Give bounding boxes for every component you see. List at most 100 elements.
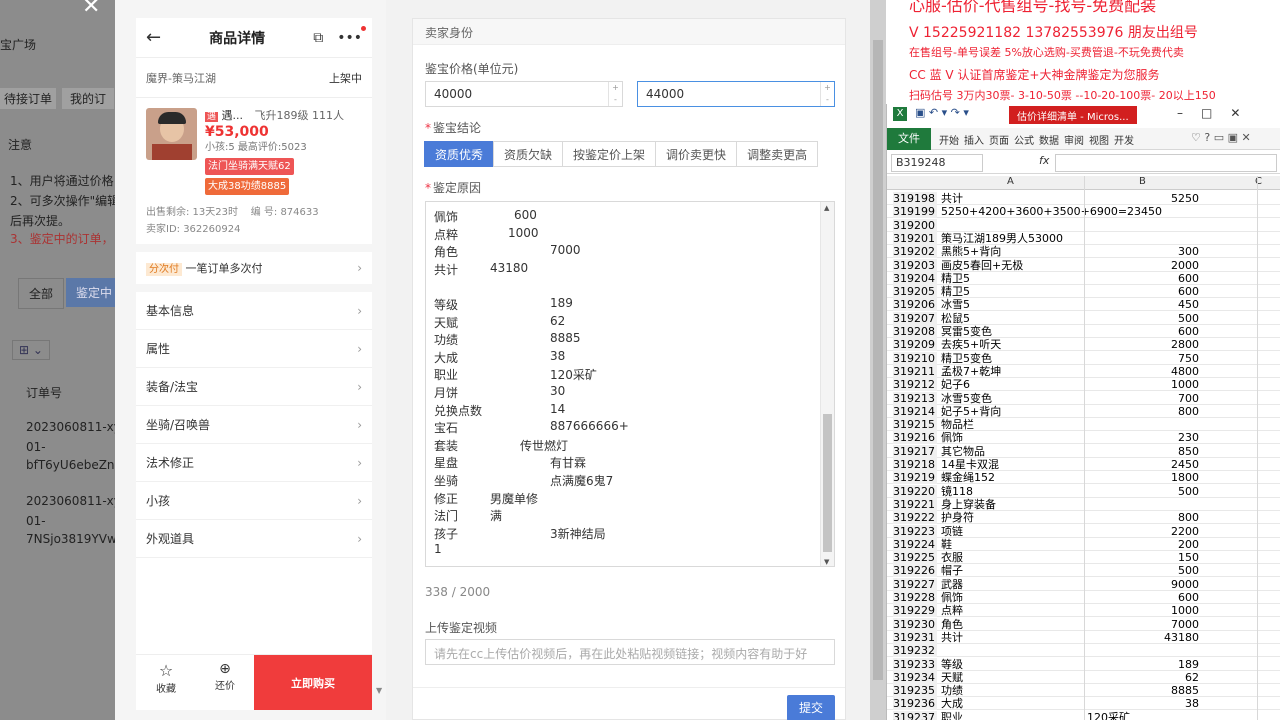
file-tab[interactable]: 文件 — [887, 128, 931, 150]
cell-a[interactable]: 妃子6 — [941, 378, 970, 391]
option-list-at-price[interactable]: 按鉴定价上架 — [562, 141, 657, 167]
cell-a[interactable]: 妃子5+背向 — [941, 405, 1001, 418]
cell-b[interactable]: 600 — [1178, 285, 1199, 298]
scroll-thumb[interactable] — [823, 414, 832, 552]
cell-a[interactable]: 策马江湖189男人53000 — [941, 232, 1063, 245]
option-sell-faster[interactable]: 调价卖更快 — [655, 141, 738, 167]
cell-a[interactable]: 共计 — [941, 631, 963, 644]
cell-b[interactable]: 800 — [1178, 511, 1199, 524]
bg-tab[interactable]: 待接订单 — [0, 88, 57, 109]
formula-input[interactable] — [1055, 154, 1277, 172]
ribbon-tab[interactable]: 视图 — [1089, 132, 1109, 147]
cell-b[interactable]: 120采矿 — [1087, 711, 1130, 720]
cell-b[interactable]: 8885 — [1171, 684, 1199, 697]
menu-item-mounts[interactable]: 坐骑/召唤兽 › — [136, 406, 372, 444]
col-header-a[interactable]: A — [1007, 176, 1014, 187]
cell-a[interactable]: 精卫5变色 — [941, 352, 992, 365]
video-link-input[interactable]: 请先在cc上传估价视频后，再在此处粘贴视频链接；视频内容有助于好 — [425, 639, 835, 665]
window-controls[interactable]: –□✕ — [1177, 106, 1258, 120]
cell-a[interactable]: 共计 — [941, 192, 963, 205]
back-arrow-icon[interactable]: ← — [146, 27, 161, 48]
save-icon[interactable]: ▣ ↶ ▾ ↷ ▾ — [915, 106, 969, 119]
cell-b[interactable]: 450 — [1178, 298, 1199, 311]
cell-b[interactable]: 150 — [1178, 551, 1199, 564]
menu-item-equipment[interactable]: 装备/法宝 › — [136, 368, 372, 406]
ribbon-icons[interactable]: ♡ ? ▭ ▣ ✕ — [1191, 131, 1251, 144]
cell-a[interactable]: 项链 — [941, 525, 963, 538]
window-scrollbar[interactable] — [870, 0, 886, 720]
cell-a[interactable]: 身上穿装备 — [941, 498, 996, 511]
ribbon-tab[interactable]: 页面 — [989, 132, 1009, 147]
scrollbar[interactable]: ▲ ▼ — [820, 202, 834, 566]
scroll-down-icon[interactable]: ▼ — [376, 686, 382, 695]
cell-b[interactable]: 2000 — [1171, 259, 1199, 272]
cell-b[interactable]: 2450 — [1171, 458, 1199, 471]
option-excellent[interactable]: 资质优秀 — [424, 141, 495, 167]
bg-filter-active[interactable]: 鉴定中 — [66, 278, 115, 307]
col-header-b[interactable]: B — [1139, 176, 1146, 187]
cell-b[interactable]: 300 — [1178, 245, 1199, 258]
ribbon-tab[interactable]: 公式 — [1014, 132, 1034, 147]
submit-button[interactable]: 提交 — [787, 695, 835, 720]
ribbon-tab[interactable]: 审阅 — [1064, 132, 1084, 147]
cell-a[interactable]: 点粹 — [941, 604, 963, 617]
cell-b[interactable]: 1000 — [1171, 604, 1199, 617]
reason-textarea[interactable]: — ——— 佩饰 600 点粹 1000 角色 7000 共计 43180 等级 189 天赋 62 功… — [425, 201, 835, 567]
installment-row[interactable]: 分次付 一笔订单多次付 › — [136, 252, 372, 292]
cell-a[interactable]: 帽子 — [941, 564, 963, 577]
cell-a[interactable]: 衣服 — [941, 551, 963, 564]
ribbon-tab[interactable]: 插入 — [964, 132, 984, 147]
cell-a[interactable]: 角色 — [941, 618, 963, 631]
cell-a[interactable]: 5250+4200+3600+3500+6900=23450 — [941, 205, 1162, 218]
cell-b[interactable]: 2800 — [1171, 338, 1199, 351]
menu-item-spells[interactable]: 法术修正 › — [136, 444, 372, 482]
menu-item-basic[interactable]: 基本信息 › — [136, 292, 372, 330]
cell-b[interactable]: 43180 — [1164, 631, 1199, 644]
cell-b[interactable]: 750 — [1178, 352, 1199, 365]
cell-a[interactable]: 大成 — [941, 697, 963, 710]
cell-a[interactable]: 武器 — [941, 578, 963, 591]
cell-b[interactable]: 2200 — [1171, 525, 1199, 538]
cell-a[interactable]: 松鼠5 — [941, 312, 970, 325]
cell-a[interactable]: 物品栏 — [941, 418, 974, 431]
cell-b[interactable]: 38 — [1185, 697, 1199, 710]
close-icon[interactable]: ✕ — [82, 0, 100, 19]
cell-b[interactable]: 500 — [1178, 485, 1199, 498]
more-icon[interactable]: ••• — [337, 25, 366, 46]
cell-b[interactable]: 200 — [1178, 538, 1199, 551]
price-min-input[interactable]: 40000 + - — [425, 81, 623, 107]
cell-a[interactable]: 去疾5+听天 — [941, 338, 1001, 351]
cell-b[interactable]: 600 — [1178, 272, 1199, 285]
cell-a[interactable]: 精卫5 — [941, 272, 970, 285]
name-box[interactable]: B319248 — [891, 154, 983, 172]
buy-now-button[interactable]: 立即购买 — [254, 655, 372, 710]
cell-a[interactable]: 其它物品 — [941, 445, 985, 458]
bargain-button[interactable]: ⊕ 还价 — [196, 655, 254, 710]
cell-a[interactable]: 护身符 — [941, 511, 974, 524]
cell-a[interactable]: 黑熊5+背向 — [941, 245, 1001, 258]
cell-b[interactable]: 600 — [1178, 325, 1199, 338]
cell-b[interactable]: 600 — [1178, 591, 1199, 604]
cell-b[interactable]: 700 — [1178, 392, 1199, 405]
cell-b[interactable]: 500 — [1178, 564, 1199, 577]
bg-tab[interactable]: 我的订 — [62, 88, 115, 109]
menu-item-child[interactable]: 小孩 › — [136, 482, 372, 520]
ribbon-tab[interactable]: 开发 — [1114, 132, 1134, 147]
cell-a[interactable]: 功绩 — [941, 684, 963, 697]
menu-item-attributes[interactable]: 属性 › — [136, 330, 372, 368]
favorite-button[interactable]: ☆ 收藏 — [136, 655, 196, 710]
cell-a[interactable]: 冰雪5变色 — [941, 392, 992, 405]
cell-a[interactable]: 蝶金绳152 — [941, 471, 995, 484]
cell-b[interactable]: 5250 — [1171, 192, 1199, 205]
menu-item-appearance[interactable]: 外观道具 › — [136, 520, 372, 558]
item-summary[interactable]: 遇 遇... 飞升189级 111人 ¥53,000 小孩:5 最高评价:502… — [136, 98, 372, 198]
price-max-input[interactable]: 44000 + - — [637, 81, 835, 107]
cell-b[interactable]: 189 — [1178, 658, 1199, 671]
cell-a[interactable]: 精卫5 — [941, 285, 970, 298]
option-sell-higher[interactable]: 调整卖更高 — [736, 141, 819, 167]
cell-a[interactable]: 等级 — [941, 658, 963, 671]
stepper-icon[interactable]: + - — [820, 82, 834, 106]
cell-a[interactable]: 天赋 — [941, 671, 963, 684]
scroll-down-icon[interactable]: ▼ — [824, 558, 829, 566]
grid-icon[interactable]: ⊞ ⌄ — [12, 340, 50, 360]
